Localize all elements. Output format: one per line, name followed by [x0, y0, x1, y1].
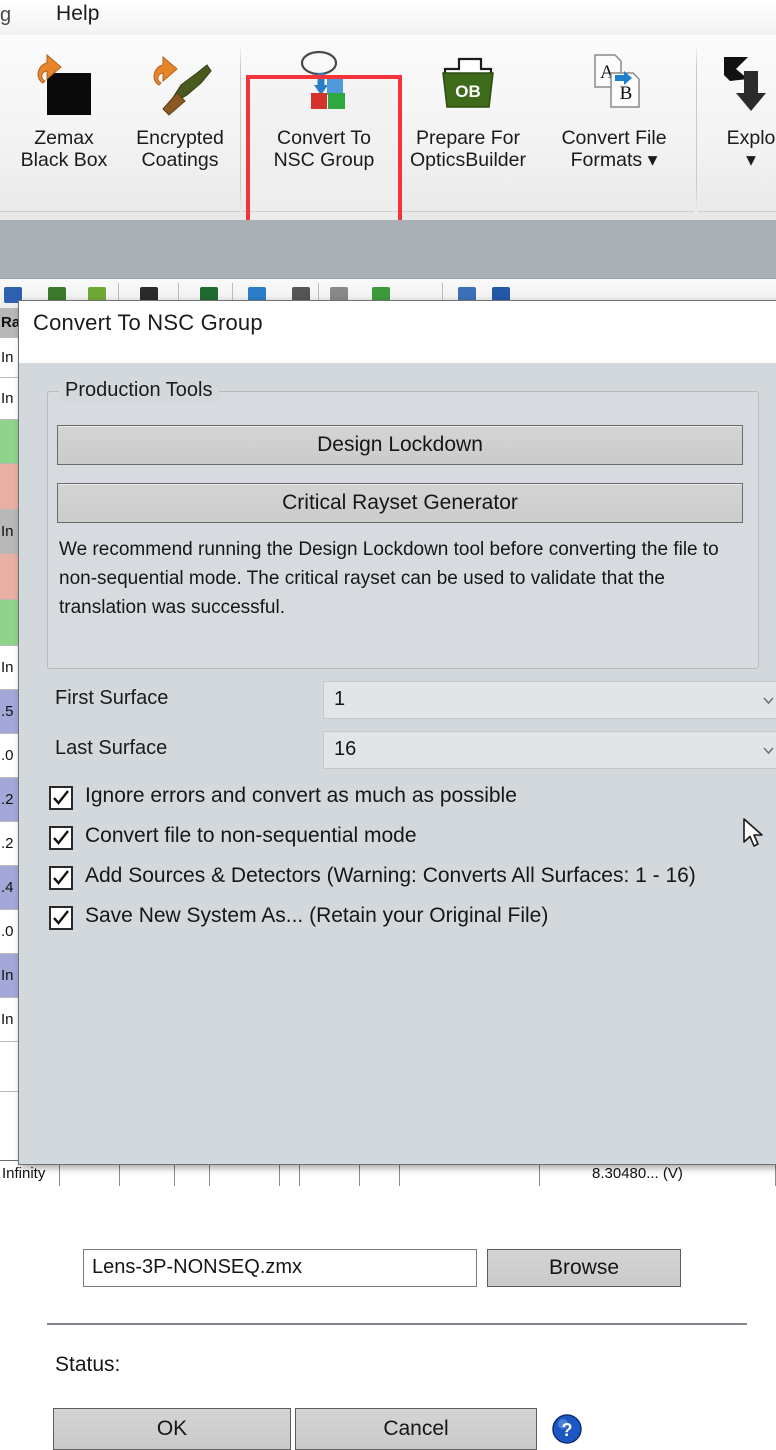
- checkbox-save-new-system-as[interactable]: Save New System As... (Retain your Origi…: [49, 903, 769, 937]
- ribbon-group-line: [0, 211, 240, 212]
- checkbox-label: Convert file to non-sequential mode: [85, 824, 417, 848]
- first-surface-combobox[interactable]: 1: [323, 681, 776, 719]
- menu-partial-item[interactable]: g: [0, 4, 10, 30]
- ribbon-button-zemax-black-box[interactable]: Zemax Black Box: [6, 41, 122, 201]
- chevron-down-icon: [763, 695, 774, 706]
- checkbox-box[interactable]: [49, 906, 73, 930]
- ribbon-toolbar: Zemax Black Box Encrypted Coatings: [0, 35, 776, 221]
- last-surface-combobox[interactable]: 16: [323, 731, 776, 769]
- ribbon-button-encrypted-coatings[interactable]: Encrypted Coatings: [122, 41, 238, 201]
- ribbon-button-label: Prepare For OpticsBuilder: [410, 127, 526, 171]
- checkbox-label: Add Sources & Detectors (Warning: Conver…: [85, 864, 696, 888]
- export-icon: [708, 45, 776, 123]
- help-question-icon[interactable]: ?: [552, 1414, 582, 1444]
- encrypted-coatings-icon: [137, 45, 223, 123]
- ribbon-button-label: Explo ▾: [727, 127, 776, 171]
- ribbon-button-convert-file-formats[interactable]: A B Convert File Formats ▾: [544, 41, 684, 201]
- first-surface-label: First Surface: [55, 687, 168, 710]
- check-icon: [52, 829, 70, 847]
- svg-text:OB: OB: [455, 82, 481, 101]
- svg-text:B: B: [620, 83, 633, 104]
- ribbon-button-export[interactable]: Explo ▾: [706, 41, 776, 201]
- check-icon: [52, 909, 70, 927]
- critical-rayset-generator-button[interactable]: Critical Rayset Generator: [57, 483, 743, 523]
- checkbox-ignore-errors[interactable]: Ignore errors and convert as much as pos…: [49, 783, 769, 817]
- checkbox-box[interactable]: [49, 866, 73, 890]
- recommendation-note: We recommend running the Design Lockdown…: [59, 535, 719, 622]
- first-surface-row: First Surface 1: [55, 681, 755, 719]
- cancel-button[interactable]: Cancel: [295, 1408, 537, 1450]
- convert-file-formats-icon: A B: [571, 45, 657, 123]
- browse-button[interactable]: Browse: [487, 1249, 681, 1287]
- filename-value: Lens-3P-NONSEQ.zmx: [92, 1256, 302, 1279]
- check-icon: [52, 869, 70, 887]
- ribbon-separator: [696, 43, 697, 211]
- production-tools-legend: Production Tools: [59, 379, 219, 402]
- prepare-for-opticsbuilder-icon: OB: [425, 45, 511, 123]
- check-icon: [52, 789, 70, 807]
- last-surface-value: 16: [334, 738, 356, 761]
- ribbon-button-prepare-for-opticsbuilder[interactable]: OB Prepare For OpticsBuilder: [398, 41, 538, 201]
- mouse-cursor: [742, 818, 766, 850]
- footer-divider: [47, 1323, 747, 1325]
- annotation-highlight-box: [246, 75, 402, 230]
- chevron-down-icon: [763, 745, 774, 756]
- checkbox-add-sources-detectors[interactable]: Add Sources & Detectors (Warning: Conver…: [49, 863, 776, 897]
- ok-button[interactable]: OK: [53, 1408, 291, 1450]
- ribbon-separator: [240, 43, 241, 211]
- sheet-cell-value: 8.30480... (V): [592, 1165, 683, 1182]
- last-surface-row: Last Surface 16: [55, 731, 755, 769]
- last-surface-label: Last Surface: [55, 737, 167, 760]
- design-lockdown-button[interactable]: Design Lockdown: [57, 425, 743, 465]
- sheet-cell-infinity: Infinity: [2, 1165, 45, 1182]
- convert-to-nsc-group-dialog: Convert To NSC Group Production Tools De…: [18, 300, 776, 1165]
- checkbox-box[interactable]: [49, 826, 73, 850]
- checkbox-convert-non-sequential[interactable]: Convert file to non-sequential mode: [49, 823, 769, 857]
- svg-text:?: ?: [562, 1420, 573, 1440]
- status-label: Status:: [55, 1353, 120, 1377]
- ribbon-group-line: [698, 211, 776, 212]
- checkbox-box[interactable]: [49, 786, 73, 810]
- ribbon-button-label: Encrypted Coatings: [136, 127, 224, 171]
- dialog-title: Convert To NSC Group: [33, 310, 263, 336]
- filename-input[interactable]: Lens-3P-NONSEQ.zmx: [83, 1249, 477, 1287]
- checkbox-label: Save New System As... (Retain your Origi…: [85, 904, 548, 928]
- ribbon-button-label: Zemax Black Box: [21, 127, 108, 171]
- checkbox-label: Ignore errors and convert as much as pos…: [85, 784, 517, 808]
- menu-bar: g Help: [0, 0, 776, 36]
- zemax-black-box-icon: [21, 45, 107, 123]
- app-window-gap: [0, 220, 776, 278]
- menu-item-help[interactable]: Help: [56, 2, 100, 26]
- ribbon-button-label: Convert File Formats ▾: [561, 127, 666, 171]
- first-surface-value: 1: [334, 688, 345, 711]
